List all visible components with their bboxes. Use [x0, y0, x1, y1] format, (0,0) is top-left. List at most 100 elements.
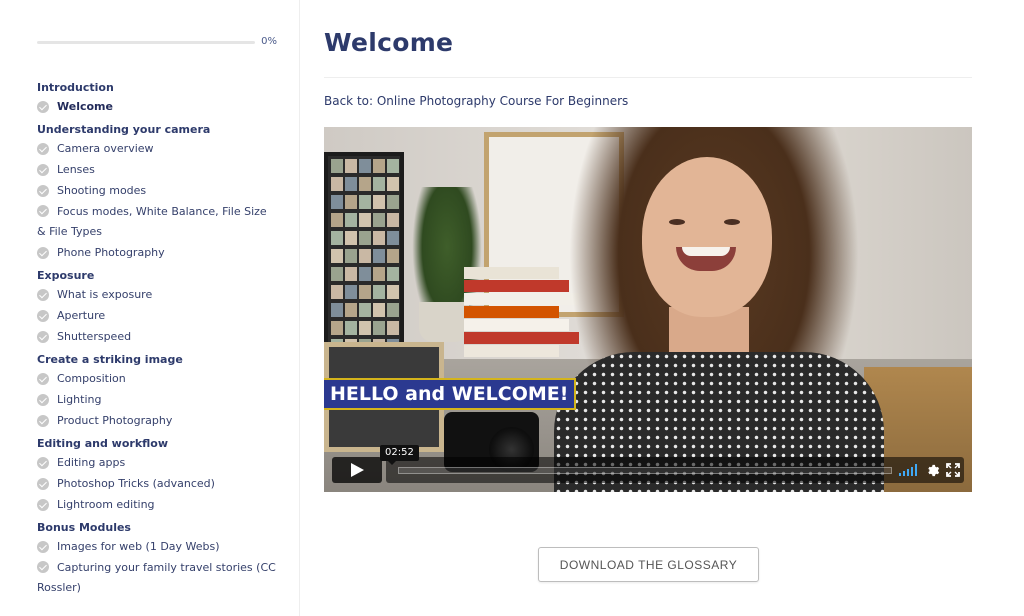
- lesson-item[interactable]: Lenses: [37, 160, 277, 180]
- lesson-item[interactable]: What is exposure: [37, 285, 277, 305]
- check-circle-icon: [37, 373, 49, 385]
- check-circle-icon: [37, 101, 49, 113]
- check-circle-icon: [37, 394, 49, 406]
- video-photo-tile: [331, 249, 343, 263]
- lesson-label: Lightroom editing: [57, 498, 155, 511]
- volume-icon[interactable]: [899, 464, 919, 476]
- video-book: [464, 293, 579, 305]
- lesson-item[interactable]: Lighting: [37, 390, 277, 410]
- video-photo-tile: [359, 213, 371, 227]
- video-photo-tile: [373, 321, 385, 335]
- video-photo-tile: [387, 267, 399, 281]
- video-photo-tile: [359, 177, 371, 191]
- video-photo-tile: [387, 231, 399, 245]
- video-photo-tile: [345, 285, 357, 299]
- lesson-label: Lenses: [57, 163, 95, 176]
- video-book: [464, 267, 559, 279]
- progress-track: [37, 41, 255, 44]
- check-circle-icon: [37, 205, 49, 217]
- lesson-item[interactable]: Product Photography: [37, 411, 277, 431]
- section-title[interactable]: Create a striking image: [37, 352, 277, 368]
- video-photo-tile: [359, 285, 371, 299]
- video-photo-tile: [387, 249, 399, 263]
- volume-bar: [915, 464, 917, 476]
- lesson-label: Editing apps: [57, 456, 126, 469]
- lesson-item[interactable]: Shooting modes: [37, 181, 277, 201]
- lesson-item[interactable]: Camera overview: [37, 139, 277, 159]
- lesson-item[interactable]: Welcome: [37, 97, 277, 117]
- check-circle-icon: [37, 478, 49, 490]
- lesson-label: Welcome: [57, 100, 113, 113]
- course-sidebar: 0% Introduction Welcome Understanding your…: [0, 0, 300, 616]
- lesson-item[interactable]: Capturing your family travel stories (CC…: [37, 558, 277, 598]
- section-title[interactable]: Editing and workflow: [37, 436, 277, 452]
- video-photo-tile: [359, 321, 371, 335]
- video-photo-tile: [331, 321, 343, 335]
- lesson-item[interactable]: Focus modes, White Balance, File Size & …: [37, 202, 277, 242]
- video-photo-tile: [373, 285, 385, 299]
- check-circle-icon: [37, 164, 49, 176]
- video-photo-tile: [373, 249, 385, 263]
- lesson-item[interactable]: Editing apps: [37, 453, 277, 473]
- check-circle-icon: [37, 289, 49, 301]
- video-player[interactable]: HELLO and WELCOME! 02:52: [324, 127, 972, 492]
- lesson-item[interactable]: Composition: [37, 369, 277, 389]
- video-photo-tile: [373, 177, 385, 191]
- gear-icon[interactable]: [926, 463, 940, 477]
- lesson-label: Shutterspeed: [57, 330, 132, 343]
- volume-bar: [911, 467, 913, 476]
- back-to-course-link[interactable]: Back to: Online Photography Course For B…: [324, 94, 628, 108]
- lesson-item[interactable]: Shutterspeed: [37, 327, 277, 347]
- video-photo-tile: [387, 213, 399, 227]
- lesson-label: Composition: [57, 372, 126, 385]
- section-title[interactable]: Bonus Modules: [37, 520, 277, 536]
- lesson-item[interactable]: Images for web (1 Day Webs): [37, 537, 277, 557]
- fullscreen-icon[interactable]: [946, 463, 960, 477]
- check-circle-icon: [37, 247, 49, 259]
- video-photo-tile: [345, 303, 357, 317]
- section-title[interactable]: Exposure: [37, 268, 277, 284]
- lesson-item[interactable]: Lightroom editing: [37, 495, 277, 515]
- video-presenter-face: [642, 157, 772, 317]
- lesson-label: What is exposure: [57, 288, 153, 301]
- video-photo-tile: [387, 195, 399, 209]
- lesson-item[interactable]: Photoshop Tricks (advanced): [37, 474, 277, 494]
- lesson-label: Capturing your family travel stories (CC…: [37, 561, 276, 594]
- download-glossary-button[interactable]: DOWNLOAD THE GLOSSARY: [538, 547, 759, 582]
- video-timecode: 02:52: [380, 445, 419, 465]
- section-title[interactable]: Understanding your camera: [37, 122, 277, 138]
- lesson-label: Images for web (1 Day Webs): [57, 540, 220, 553]
- video-presenter-eye: [724, 219, 740, 225]
- check-circle-icon: [37, 415, 49, 427]
- video-photo-tile: [373, 213, 385, 227]
- play-button[interactable]: [332, 457, 382, 483]
- video-photo-tile: [331, 177, 343, 191]
- lesson-label: Aperture: [57, 309, 106, 322]
- video-photo-tile: [345, 249, 357, 263]
- check-circle-icon: [37, 541, 49, 553]
- lesson-label: Lighting: [57, 393, 102, 406]
- video-photo-tile: [387, 321, 399, 335]
- video-book: [464, 319, 569, 331]
- video-title-banner: HELLO and WELCOME!: [324, 378, 577, 410]
- lesson-label: Camera overview: [57, 142, 154, 155]
- video-scrubber[interactable]: [398, 467, 892, 474]
- lesson-item[interactable]: Aperture: [37, 306, 277, 326]
- video-photo-tile: [359, 267, 371, 281]
- lesson-label: Photoshop Tricks (advanced): [57, 477, 215, 490]
- lesson-list: Introduction Welcome Understanding your ca…: [37, 80, 277, 599]
- section-title[interactable]: Introduction: [37, 80, 277, 96]
- video-book: [464, 306, 559, 318]
- volume-bar: [907, 469, 909, 476]
- lesson-item[interactable]: Phone Photography: [37, 243, 277, 263]
- video-photo-tile: [345, 177, 357, 191]
- video-photo-tile: [345, 231, 357, 245]
- video-photo-tile: [345, 321, 357, 335]
- video-book: [464, 280, 569, 292]
- check-circle-icon: [37, 561, 49, 573]
- video-photo-tile: [331, 267, 343, 281]
- video-photo-tile: [387, 285, 399, 299]
- video-photo-tile: [373, 231, 385, 245]
- volume-bar: [903, 471, 905, 476]
- lesson-label: Shooting modes: [57, 184, 147, 197]
